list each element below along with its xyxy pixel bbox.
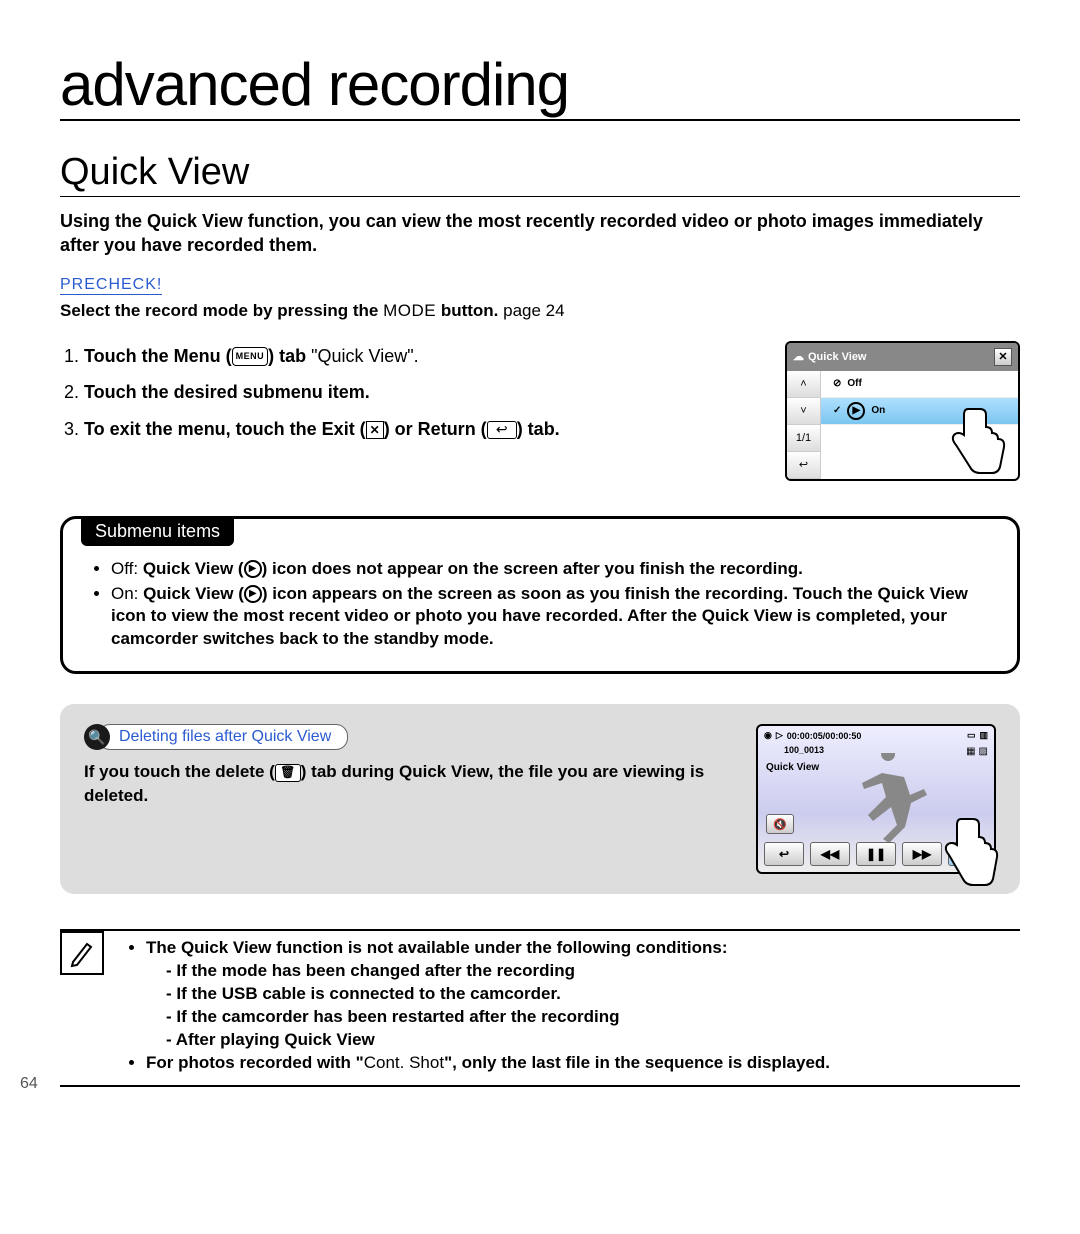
intro-text: Using the Quick View function, you can v…: [60, 209, 1020, 258]
precheck-block: PRECHECK! Select the record mode by pres…: [60, 276, 1020, 321]
precheck-label: PRECHECK!: [60, 276, 162, 295]
off-label: Off: [847, 378, 861, 389]
exit-icon: ✕: [366, 421, 384, 439]
mode-word: MODE: [383, 301, 436, 320]
step3-c: ) tab.: [517, 419, 560, 439]
up-button[interactable]: ˄: [787, 371, 820, 398]
step1-quote: "Quick View".: [311, 346, 418, 366]
trash-icon: 🗑: [275, 764, 301, 782]
on-label: On: [871, 405, 885, 416]
page-ref: page 24: [503, 301, 564, 320]
page-number: 64: [20, 1075, 980, 1093]
note-2: For photos recorded with "Cont. Shot", o…: [146, 1052, 830, 1075]
note1-d1: - If the mode has been changed after the…: [166, 960, 830, 983]
step-2: Touch the desired submenu item.: [84, 377, 755, 408]
pause-button[interactable]: ❚❚: [856, 842, 896, 866]
step-3: To exit the menu, touch the Exit (✕) or …: [84, 414, 755, 445]
time-counter: 00:00:05/00:00:50: [787, 731, 862, 741]
off-text-b: ) icon does not appear on the screen aft…: [262, 559, 803, 578]
back-button[interactable]: ↩: [764, 842, 804, 866]
close-icon[interactable]: ✕: [994, 348, 1012, 366]
step3-a: To exit the menu, touch the Exit (: [84, 419, 366, 439]
lcd-quickview-menu: ☁ Quick View ✕ ˄ ˅ 1/1 ↩ ⊘ Off ✓ ▶ On: [785, 341, 1020, 481]
note1-d2: - If the USB cable is connected to the c…: [166, 983, 830, 1006]
off-text-a: Quick View (: [143, 559, 244, 578]
note-1: The Quick View function is not available…: [146, 937, 830, 1052]
rewind-button[interactable]: ◀◀: [810, 842, 850, 866]
precheck-text: Select the record mode by pressing the M…: [60, 301, 1020, 321]
back-button[interactable]: ↩: [787, 452, 820, 479]
down-button[interactable]: ˅: [787, 398, 820, 425]
hand-pointer-icon: [931, 809, 1001, 894]
volume-button[interactable]: 🔇: [766, 814, 794, 834]
check-icon: ✓: [833, 405, 841, 416]
cont-shot: Cont. Shot: [364, 1053, 444, 1072]
on-text-a: Quick View (: [143, 584, 244, 603]
play-circle-icon: ▶: [244, 585, 262, 603]
section-title: Quick View: [60, 151, 1020, 197]
note2-a: For photos recorded with ": [146, 1053, 364, 1072]
submenu-on: On: Quick View (▶) icon appears on the s…: [111, 583, 999, 652]
precheck-before: Select the record mode by pressing the: [60, 301, 383, 320]
note1-d3: - If the camcorder has been restarted af…: [166, 1006, 830, 1029]
submenu-title: Submenu items: [81, 517, 234, 546]
note1-text: The Quick View function is not available…: [146, 938, 728, 957]
lcd-title: Quick View: [808, 351, 867, 363]
delete-text: If you touch the delete (🗑) tab during Q…: [84, 760, 726, 808]
off-label: Off:: [111, 559, 143, 578]
return-icon: ↩: [487, 421, 517, 439]
delete-info-box: 🔍 Deleting files after Quick View If you…: [60, 704, 1020, 894]
delete-title: Deleting files after Quick View: [98, 724, 348, 750]
note1-d4: - After playing Quick View: [166, 1029, 830, 1052]
play-circle-icon: ▶: [847, 402, 865, 420]
step-1: Touch the Menu (MENU) tab "Quick View".: [84, 341, 755, 372]
circle-slash-icon: ⊘: [833, 378, 841, 389]
step1-a: Touch the Menu (: [84, 346, 232, 366]
on-label: On:: [111, 584, 143, 603]
card-icon: ▭: [967, 730, 976, 741]
submenu-off: Off: Quick View (▶) icon does not appear…: [111, 558, 999, 581]
option-off[interactable]: ⊘ Off: [821, 371, 1018, 398]
step1-b: ) tab: [268, 346, 311, 366]
notes-block: The Quick View function is not available…: [60, 929, 1020, 1087]
cloud-icon: ☁: [793, 350, 804, 363]
quickview-label: Quick View: [766, 762, 819, 773]
note-icon: [60, 931, 104, 975]
submenu-box: Submenu items Off: Quick View (▶) icon d…: [60, 516, 1020, 675]
page-title: advanced recording: [60, 50, 1020, 121]
step3-b: ) or Return (: [384, 419, 487, 439]
precheck-after: button.: [436, 301, 503, 320]
step2-text: Touch the desired submenu item.: [84, 382, 370, 402]
delete-text-a: If you touch the delete (: [84, 762, 275, 781]
dancer-silhouette: [838, 753, 938, 843]
qv-circle-icon: ◉: [764, 730, 772, 741]
hand-pointer-icon: [938, 399, 1008, 479]
note2-b: ", only the last file in the sequence is…: [444, 1053, 830, 1072]
page-indicator: 1/1: [787, 425, 820, 452]
mode-icon: ▨: [979, 746, 988, 757]
res-icon: ▦: [966, 746, 975, 757]
menu-icon: MENU: [232, 347, 269, 366]
play-circle-icon: ▶: [244, 560, 262, 578]
steps-list: Touch the Menu (MENU) tab "Quick View". …: [60, 341, 755, 481]
play-indicator-icon: ▷: [776, 730, 783, 741]
battery-icon: ▥: [979, 730, 988, 741]
